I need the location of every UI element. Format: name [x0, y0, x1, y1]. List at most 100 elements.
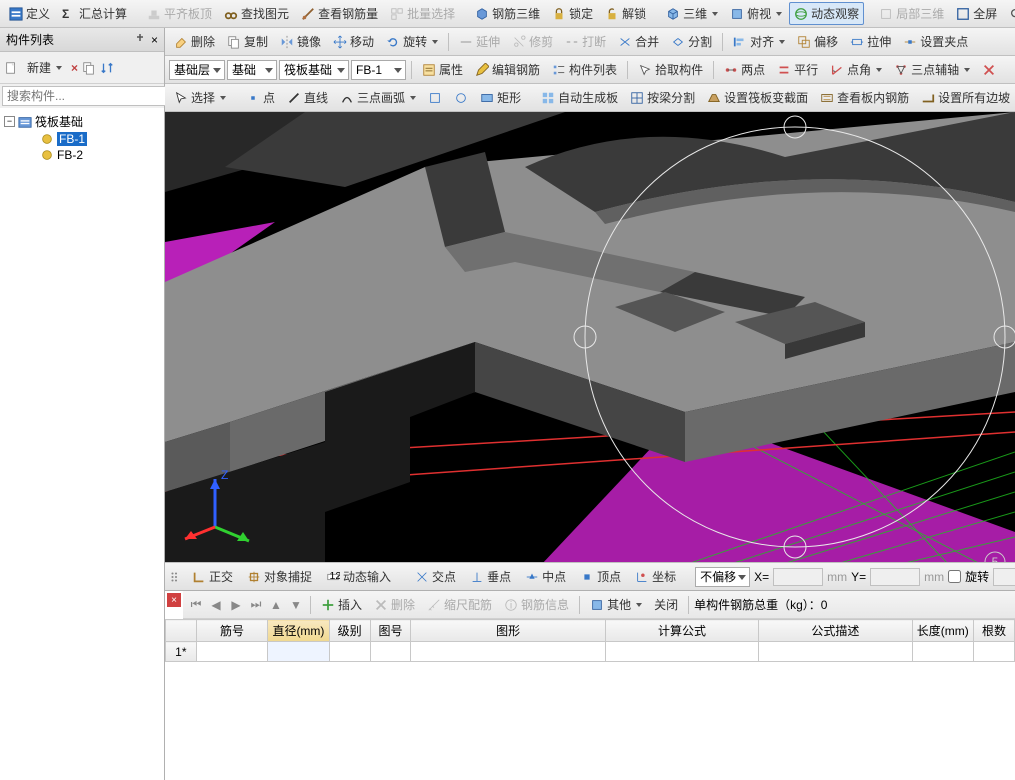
zoom-button[interactable]: 缩放: [1004, 2, 1015, 25]
beam-split-button[interactable]: 按梁分割: [625, 86, 700, 109]
col-shape[interactable]: 图形: [411, 620, 605, 642]
trim-button[interactable]: 修剪: [507, 30, 558, 53]
line-button[interactable]: 直线: [282, 86, 333, 109]
nav-last-button[interactable]: ⏭: [247, 596, 265, 614]
nav-first-button[interactable]: ⏮: [187, 596, 205, 614]
collapse-icon[interactable]: −: [4, 116, 15, 127]
edit-rebar-button[interactable]: 编辑钢筋: [470, 58, 545, 81]
grid-close-button[interactable]: ×: [167, 593, 181, 607]
offset-button[interactable]: 偏移: [792, 30, 843, 53]
comp-list-button[interactable]: 构件列表: [547, 58, 622, 81]
flatten-button[interactable]: 平齐板顶: [142, 2, 217, 25]
view-rebar-button[interactable]: 查看钢筋量: [296, 2, 383, 25]
osnap-button[interactable]: 对象捕捉: [242, 565, 317, 588]
cell[interactable]: [759, 642, 912, 662]
two-pt-button[interactable]: 两点: [719, 58, 770, 81]
lock-button[interactable]: 锁定: [547, 2, 598, 25]
tree-root[interactable]: − 筏板基础: [4, 112, 160, 131]
type-combo[interactable]: 筏板基础: [279, 60, 349, 80]
arc-button[interactable]: 三点画弧: [335, 86, 421, 109]
three-d-button[interactable]: 三维: [661, 2, 723, 25]
mid-snap-button[interactable]: 中点: [520, 565, 571, 588]
col-grade[interactable]: 级别: [329, 620, 370, 642]
auto-gen-button[interactable]: 自动生成板: [536, 86, 623, 109]
pick-comp-button[interactable]: 拾取构件: [633, 58, 708, 81]
cell[interactable]: [411, 642, 605, 662]
col-count[interactable]: 根数: [973, 620, 1014, 642]
new-button[interactable]: 新建: [22, 56, 67, 79]
extra2-button[interactable]: [449, 88, 473, 108]
unlock-button[interactable]: 解锁: [600, 2, 651, 25]
find-graph-button[interactable]: 查找图元: [219, 2, 294, 25]
floor-combo[interactable]: 基础层: [169, 60, 225, 80]
dynamic-observe-button[interactable]: 动态观察: [789, 2, 864, 25]
define-button[interactable]: 定义: [4, 2, 55, 25]
col-desc[interactable]: 公式描述: [759, 620, 912, 642]
point-button[interactable]: 点: [241, 86, 280, 109]
split-button[interactable]: 分割: [666, 30, 717, 53]
rect-button[interactable]: 矩形: [475, 86, 526, 109]
move-button[interactable]: 移动: [328, 30, 379, 53]
extend-button[interactable]: 延伸: [454, 30, 505, 53]
extra1-button[interactable]: [423, 88, 447, 108]
set-all-edge-button[interactable]: 设置所有边坡: [916, 86, 1015, 109]
cross-snap-button[interactable]: 交点: [410, 565, 461, 588]
nav-down-button[interactable]: ▼: [287, 596, 305, 614]
col-rownum[interactable]: [166, 620, 197, 642]
col-barnum[interactable]: 筋号: [196, 620, 268, 642]
pt-angle-button[interactable]: 点角: [825, 58, 887, 81]
tree-item-fb1[interactable]: FB-1: [4, 131, 160, 147]
tree-item-fb2[interactable]: FB-2: [4, 147, 160, 163]
break-button[interactable]: 打断: [560, 30, 611, 53]
nav-prev-button[interactable]: ◀: [207, 596, 225, 614]
stretch-button[interactable]: 拉伸: [845, 30, 896, 53]
delete-button[interactable]: 删除: [169, 30, 220, 53]
copy-small-icon[interactable]: [82, 61, 96, 75]
mirror-button[interactable]: 镜像: [275, 30, 326, 53]
col-drawnum[interactable]: 图号: [370, 620, 411, 642]
set-varsec-button[interactable]: 设置筏板变截面: [702, 86, 813, 109]
props-button[interactable]: 属性: [417, 58, 468, 81]
col-formula[interactable]: 计算公式: [605, 620, 758, 642]
nav-next-button[interactable]: ▶: [227, 596, 245, 614]
row-number-cell[interactable]: 1*: [166, 642, 197, 662]
3d-viewport[interactable]: Z 5: [165, 112, 1015, 562]
cell[interactable]: [329, 642, 370, 662]
copy-button[interactable]: 复制: [222, 30, 273, 53]
view-inboard-button[interactable]: 查看板内钢筋: [815, 86, 914, 109]
perp-snap-button[interactable]: 垂点: [465, 565, 516, 588]
rotate-button[interactable]: 旋转: [381, 30, 443, 53]
rotate-checkbox[interactable]: [948, 570, 961, 583]
sort-icon[interactable]: [100, 61, 114, 75]
x-field[interactable]: [773, 568, 823, 586]
grid-close2-button[interactable]: 关闭: [649, 593, 683, 616]
pin-icon[interactable]: [135, 33, 145, 43]
other-button[interactable]: 其他: [585, 593, 647, 616]
dyn-input-button[interactable]: 12动态输入: [321, 565, 396, 588]
rebar-3d-button[interactable]: 钢筋三维: [470, 2, 545, 25]
cell[interactable]: [912, 642, 973, 662]
align-button[interactable]: 对齐: [728, 30, 790, 53]
close-panel-icon[interactable]: ×: [151, 33, 158, 47]
scale-rebar-button[interactable]: 缩尺配筋: [422, 593, 497, 616]
cell[interactable]: [370, 642, 411, 662]
cell[interactable]: [605, 642, 758, 662]
col-diameter[interactable]: 直径(mm): [268, 620, 329, 642]
bird-view-button[interactable]: 俯视: [725, 2, 787, 25]
offset-mode-combo[interactable]: 不偏移: [695, 567, 750, 587]
ortho-button[interactable]: 正交: [187, 565, 238, 588]
rotate-field[interactable]: [993, 568, 1015, 586]
instance-combo[interactable]: FB-1: [351, 60, 406, 80]
merge-button[interactable]: 合并: [613, 30, 664, 53]
col-length[interactable]: 长度(mm): [912, 620, 973, 642]
rebar-info-button[interactable]: i钢筋信息: [499, 593, 574, 616]
nav-up-button[interactable]: ▲: [267, 596, 285, 614]
set-grip-button[interactable]: 设置夹点: [898, 30, 973, 53]
parallel-button[interactable]: 平行: [772, 58, 823, 81]
grid-insert-button[interactable]: 插入: [316, 593, 367, 616]
cell[interactable]: [196, 642, 268, 662]
coord-button[interactable]: 坐标: [630, 565, 681, 588]
local-3d-button[interactable]: 局部三维: [874, 2, 949, 25]
table-row[interactable]: 1*: [166, 642, 1015, 662]
top-snap-button[interactable]: 顶点: [575, 565, 626, 588]
